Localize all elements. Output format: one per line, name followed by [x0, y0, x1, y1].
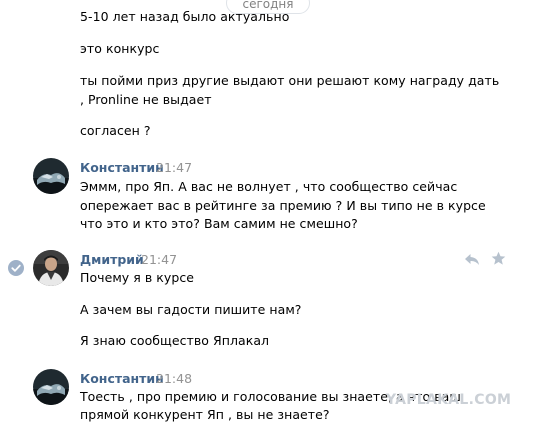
avatar[interactable]: [33, 369, 69, 405]
message-author[interactable]: Константин: [80, 371, 164, 386]
check-icon[interactable]: [8, 260, 24, 276]
avatar[interactable]: [33, 158, 69, 194]
message-line: ты пойми приз другие выдают они решают к…: [80, 73, 500, 88]
message-line: согласен ?: [80, 123, 151, 138]
message-line: А зачем вы гадости пишите нам?: [80, 302, 302, 317]
message-line: что это и кто это? Вам самим не смешно?: [80, 216, 358, 231]
message-line: Эммм, про Яп. А вас не волнует , что соо…: [80, 179, 458, 194]
message-line: Почему я в курсе: [80, 270, 195, 285]
avatar[interactable]: [33, 250, 69, 286]
message-author[interactable]: Дмитрий: [80, 252, 144, 267]
reply-icon[interactable]: [464, 252, 480, 271]
message-time[interactable]: 21:48: [156, 371, 192, 386]
message-line: прямой конкурент Яп , вы не знаете?: [80, 407, 330, 422]
message-line: 5-10 лет назад было актуально: [80, 9, 290, 24]
message-author[interactable]: Константин: [80, 160, 164, 175]
message-line: опережает вас в рейтинге за премию ? И в…: [80, 198, 486, 213]
message-time[interactable]: 21:47: [141, 252, 177, 267]
message-line: , Pronline не выдает: [80, 92, 212, 107]
message-line: это конкурс: [80, 41, 160, 56]
message-time[interactable]: 21:47: [156, 160, 192, 175]
star-icon[interactable]: [491, 251, 506, 270]
message-line: Я знаю сообщество Яплакал: [80, 333, 270, 348]
watermark: YAPLAKAL.COM: [386, 392, 512, 408]
